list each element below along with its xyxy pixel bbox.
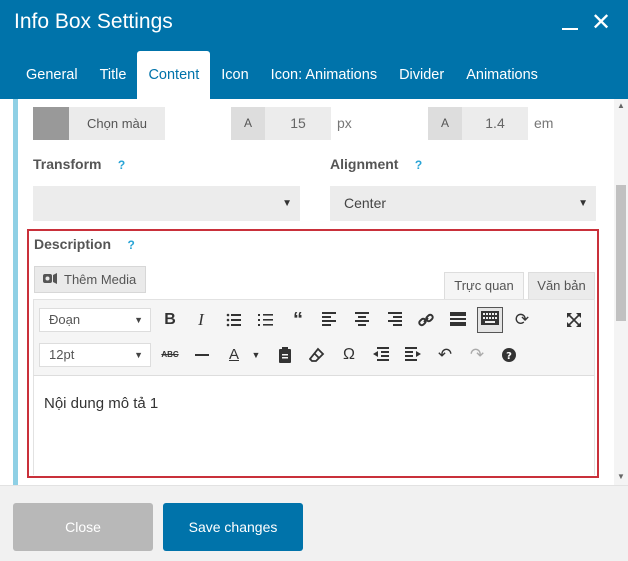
fullscreen-icon[interactable] — [563, 309, 585, 331]
bold-icon[interactable]: B — [159, 309, 181, 331]
strikethrough-icon[interactable]: ABC — [159, 344, 181, 366]
svg-text:?: ? — [506, 351, 512, 362]
dialog-header: Info Box Settings ✕ General Title Conten… — [0, 0, 628, 99]
read-more-icon[interactable] — [447, 309, 469, 331]
bullet-list-icon[interactable] — [223, 309, 245, 331]
minimize-icon[interactable] — [562, 28, 578, 30]
clear-formatting-icon[interactable] — [306, 344, 328, 366]
align-center-icon[interactable] — [351, 309, 373, 331]
tab-icon[interactable]: Icon — [210, 51, 259, 99]
blockquote-icon[interactable]: “ — [287, 309, 309, 331]
refresh-icon[interactable]: ⟳ — [511, 309, 533, 331]
save-changes-button[interactable]: Save changes — [163, 503, 303, 551]
alignment-value: Center — [344, 195, 387, 211]
media-icon — [43, 273, 57, 284]
alignment-label: Alignment — [330, 156, 399, 172]
line-height-prefix: A — [428, 107, 462, 140]
chevron-down-icon: ▼ — [134, 315, 143, 325]
toolbar-toggle-icon[interactable] — [477, 307, 503, 333]
transform-label-row: Transform ? — [33, 156, 125, 174]
alignment-select[interactable]: Center ▼ — [330, 186, 596, 221]
section-indicator — [13, 99, 18, 485]
chevron-down-icon: ▼ — [578, 198, 588, 209]
font-size-select[interactable]: 12pt ▼ — [39, 343, 151, 367]
link-icon[interactable] — [415, 309, 437, 331]
editor-tab-visual[interactable]: Trực quan — [444, 272, 524, 300]
scrollbar-thumb[interactable] — [616, 185, 626, 321]
format-select[interactable]: Đoạn ▼ — [39, 308, 151, 332]
undo-icon[interactable]: ↶ — [434, 344, 456, 366]
help-icon[interactable]: ? — [127, 238, 134, 252]
horizontal-line-icon[interactable] — [191, 344, 213, 366]
help-icon[interactable]: ? — [415, 158, 422, 172]
color-swatch[interactable] — [33, 107, 69, 140]
description-editor[interactable]: Nội dung mô tả 1 — [33, 376, 595, 475]
align-right-icon[interactable] — [383, 309, 405, 331]
scroll-down-icon[interactable]: ▼ — [617, 472, 625, 481]
scroll-up-icon[interactable]: ▲ — [617, 101, 625, 110]
text-color-icon[interactable]: A — [223, 344, 245, 366]
editor-content[interactable]: Nội dung mô tả 1 — [44, 395, 158, 412]
paste-text-icon[interactable] — [274, 344, 296, 366]
font-size-prefix: A — [231, 107, 265, 140]
special-character-icon[interactable]: Ω — [338, 344, 360, 366]
chevron-down-icon: ▼ — [282, 198, 292, 209]
font-size-input[interactable]: 15 — [265, 107, 331, 140]
settings-panel: Chọn màu A 15 px A 1.4 em Transform ? ▼ … — [0, 99, 628, 485]
add-media-button[interactable]: Thêm Media — [34, 266, 146, 293]
description-label-row: Description ? — [34, 236, 135, 254]
tab-title[interactable]: Title — [89, 51, 138, 99]
line-height-unit: em — [534, 115, 554, 131]
close-icon[interactable]: ✕ — [591, 11, 611, 35]
tab-divider[interactable]: Divider — [388, 51, 455, 99]
format-value: Đoạn — [49, 312, 81, 327]
line-height-input[interactable]: 1.4 — [462, 107, 528, 140]
outdent-icon[interactable] — [370, 344, 392, 366]
tab-icon-animations[interactable]: Icon: Animations — [260, 51, 388, 99]
tab-content[interactable]: Content — [137, 51, 211, 99]
dialog-title: Info Box Settings — [14, 10, 173, 33]
choose-color-button[interactable]: Chọn màu — [69, 107, 165, 140]
chevron-down-icon[interactable]: ▼ — [249, 344, 263, 366]
dialog-footer: Close Save changes — [0, 485, 628, 561]
numbered-list-icon[interactable] — [255, 309, 277, 331]
redo-icon[interactable]: ↷ — [466, 344, 488, 366]
font-size-select-value: 12pt — [49, 347, 75, 362]
alignment-label-row: Alignment ? — [330, 156, 422, 174]
transform-select[interactable]: ▼ — [33, 186, 300, 221]
tab-bar: General Title Content Icon Icon: Animati… — [0, 51, 549, 99]
transform-label: Transform — [33, 156, 102, 172]
add-media-label: Thêm Media — [64, 272, 137, 287]
font-size-unit: px — [337, 115, 352, 131]
italic-icon[interactable]: I — [190, 309, 212, 331]
help-icon[interactable]: ? — [118, 158, 125, 172]
chevron-down-icon: ▼ — [134, 350, 143, 360]
tab-animations[interactable]: Animations — [455, 51, 549, 99]
close-button[interactable]: Close — [13, 503, 153, 551]
tab-general[interactable]: General — [0, 51, 89, 99]
indent-icon[interactable] — [402, 344, 424, 366]
help-icon[interactable]: ? — [498, 344, 520, 366]
editor-tab-text[interactable]: Văn bản — [528, 272, 595, 300]
description-label: Description — [34, 236, 112, 252]
align-left-icon[interactable] — [319, 309, 341, 331]
